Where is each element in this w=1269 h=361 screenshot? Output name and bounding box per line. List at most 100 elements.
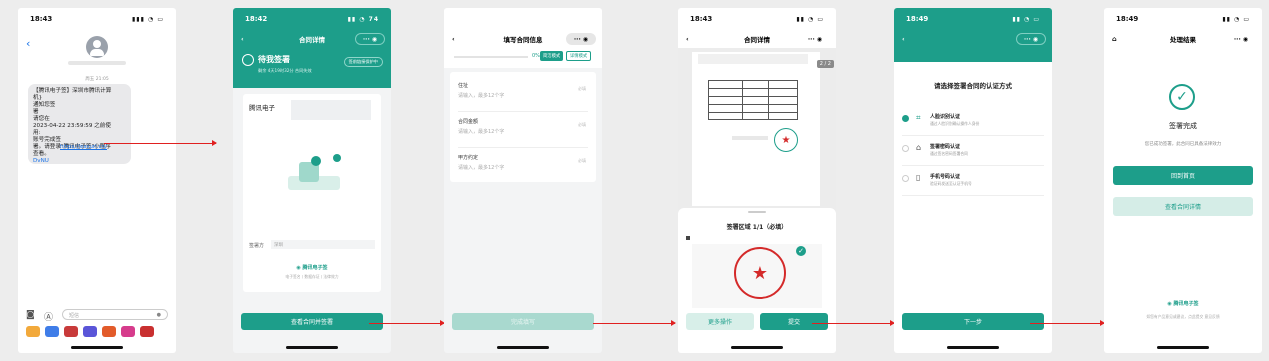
view-and-sign-button[interactable]: 查看合同并签署	[241, 313, 383, 330]
appstore-app-icon[interactable]	[45, 326, 59, 337]
signer-label: 签署方	[249, 243, 265, 249]
radio-selected-icon[interactable]	[902, 115, 909, 122]
home-indicator	[71, 346, 123, 349]
mode-detail-tab[interactable]: 详情模式	[566, 51, 592, 61]
clock-icon	[242, 54, 254, 66]
sign-area-title: 签署区域 1/1（必填）	[726, 224, 788, 231]
flow-arrow	[104, 140, 217, 146]
company-seal-icon: ★	[734, 247, 786, 299]
mini-capsule[interactable]: ··· ◉	[355, 33, 385, 45]
field-placeholder: 请输入，最多12个字	[458, 165, 505, 171]
sender-number	[68, 61, 126, 65]
option-desc: 通过签名密码签署合同	[930, 151, 968, 156]
option-desc: 通过人脸识别确认操作人身份	[930, 121, 980, 126]
protection-tag[interactable]: 签前链接保护中	[343, 57, 383, 67]
blurred-text	[698, 54, 808, 64]
amount-field[interactable]: 合同金额 请输入，最多12个字 必填	[458, 112, 588, 148]
progress-text: 0%	[532, 53, 540, 59]
sticker-app-icon[interactable]	[102, 326, 116, 337]
sms-line: 通知您签	[33, 102, 56, 108]
appstore-icon[interactable]: Ⓐ	[44, 310, 53, 323]
required-tag: 必填	[578, 122, 586, 127]
flow-arrow	[1030, 320, 1105, 326]
option-title: 手机号码认证	[930, 174, 961, 180]
sms-line: 请您在	[33, 116, 50, 122]
flow-arrow	[812, 320, 895, 326]
sms-link[interactable]: https://essurl.cn/	[60, 144, 107, 150]
phone-sms: 18:43 ▮▮▮ ◔ ▭ ‹ 周五 21:05 【腾讯电子签】深圳市腾讯计算 机}…	[18, 8, 176, 353]
home-indicator	[1157, 346, 1209, 349]
heart-app-icon[interactable]	[121, 326, 135, 337]
avatar[interactable]	[86, 36, 108, 58]
contract-page[interactable]: ★	[692, 52, 820, 206]
back-icon[interactable]: ‹	[902, 35, 905, 43]
camera-icon[interactable]: ◙	[26, 310, 35, 320]
card-title: 腾讯电子	[249, 104, 275, 112]
field-label: 住址	[458, 83, 469, 89]
status-time: 18:49	[1116, 15, 1139, 23]
sms-line: 用:	[33, 130, 41, 136]
sms-line: 署	[33, 109, 39, 115]
brand-logo: ◉ 腾讯电子签	[1167, 301, 1199, 307]
home-indicator	[947, 346, 999, 349]
mini-capsule[interactable]: ··· ◉	[566, 33, 596, 45]
success-check-icon: ✓	[1169, 84, 1195, 110]
status-time: 18:49	[906, 15, 929, 23]
music-app-icon[interactable]	[64, 326, 78, 337]
search-app-icon[interactable]	[140, 326, 154, 337]
app-tray	[26, 326, 154, 337]
sms-line: 机}	[33, 95, 43, 101]
contract-table	[708, 80, 798, 120]
photos-app-icon[interactable]	[26, 326, 40, 337]
agreement-field[interactable]: 甲方约定 请输入，最多12个字 必填	[458, 148, 588, 184]
radio-icon[interactable]	[902, 145, 909, 152]
auth-option-password[interactable]: ⌂ 签署密码认证 通过签名密码签署合同	[902, 136, 1044, 166]
memoji-app-icon[interactable]	[83, 326, 97, 337]
result-title: 签署完成	[1169, 122, 1197, 130]
brand-mark-icon: ◉	[296, 265, 301, 271]
radio-icon[interactable]	[902, 175, 909, 182]
flow-arrow	[593, 320, 676, 326]
phone-contract-detail: 18:42 ▮▮ ◔ 74 ‹ 合同详情 ··· ◉ 待我签署 剩余 4天19时32分…	[233, 8, 391, 353]
brand-footer: 电子签名丨数据存证丨法律效力	[285, 274, 339, 279]
progress-row: 0% 简洁模式 详情模式	[444, 48, 602, 68]
feedback-link[interactable]: 如您有产品意见或建议，点此提交 意见反馈	[1104, 314, 1262, 320]
form-card: 住址 请输入，最多12个字 必填 合同金额 请输入，最多12个字 必填 甲方约定…	[450, 72, 596, 182]
back-chevron-icon[interactable]: ‹	[26, 37, 30, 50]
field-placeholder: 请输入，最多12个字	[458, 129, 505, 135]
status-title: 待我签署	[258, 55, 290, 64]
phone-result: 18:49 ▮▮ ◔ ▭ ⌂ 处理结果 ··· ◉ ✓ 签署完成 您已成功签署，此合同…	[1104, 8, 1262, 353]
more-actions-button[interactable]: 更多操作	[686, 313, 754, 330]
view-contract-button[interactable]: 查看合同详情	[1113, 197, 1253, 216]
auth-heading: 请选择签署合同的认证方式	[934, 82, 1012, 90]
seal-preview[interactable]: ★	[774, 128, 798, 152]
flow-arrow	[369, 320, 445, 326]
phone-sign: 18:43 ▮▮ ◔ ▭ ‹ 合同详情 ··· ◉ ★ 2 / 2 签署区域 1/1（…	[678, 8, 836, 353]
mini-capsule[interactable]: ··· ◉	[1016, 33, 1046, 45]
message-input[interactable]: 短信 ●	[62, 309, 168, 320]
address-field[interactable]: 住址 请输入，最多12个字 必填	[458, 76, 588, 112]
mini-capsule[interactable]: ··· ◉	[800, 33, 830, 45]
status-time: 18:43	[690, 15, 713, 23]
lock-icon: ⌂	[916, 143, 922, 152]
mode-simple-tab[interactable]: 简洁模式	[540, 51, 564, 61]
mini-capsule[interactable]: ··· ◉	[1226, 33, 1256, 45]
page-indicator: 2 / 2	[816, 60, 834, 68]
check-icon[interactable]: ✓	[796, 246, 806, 256]
option-title: 签署密码认证	[930, 144, 961, 150]
auth-option-face[interactable]: ⌗ 人脸识别认证 通过人脸识别确认操作人身份	[902, 106, 1044, 136]
phone-fill-info: ‹ 填写合同信息 ··· ◉ 0% 简洁模式 详情模式 住址 请输入，最多12个字 …	[444, 8, 602, 353]
field-placeholder: 请输入，最多12个字	[458, 93, 505, 99]
auth-option-phone[interactable]: ▯ 手机号码认证 验证码发送至认证手机号	[902, 166, 1044, 196]
submit-button[interactable]: 提交	[760, 313, 828, 330]
next-step-button[interactable]: 下一步	[902, 313, 1044, 330]
back-home-button[interactable]: 回到首页	[1113, 166, 1253, 185]
sheet-handle[interactable]	[748, 211, 766, 213]
contract-card[interactable]: 腾讯电子 签署方 深圳 ◉ 腾讯电子签 电子签名丨数据存证丨法律效力	[243, 94, 381, 292]
sms-line: 2023-04-22 23:59:59 之前使	[33, 123, 111, 129]
sms-text: 【腾讯电子签】深圳市腾讯计算 机} 通知您签署请您在 2023-04-22 23:59…	[33, 88, 126, 165]
face-scan-icon: ⌗	[916, 113, 921, 122]
status-time: 18:42	[245, 15, 268, 23]
brand-logo: ◉ 腾讯电子签	[296, 265, 328, 271]
complete-fill-button[interactable]: 完成填写	[452, 313, 594, 330]
